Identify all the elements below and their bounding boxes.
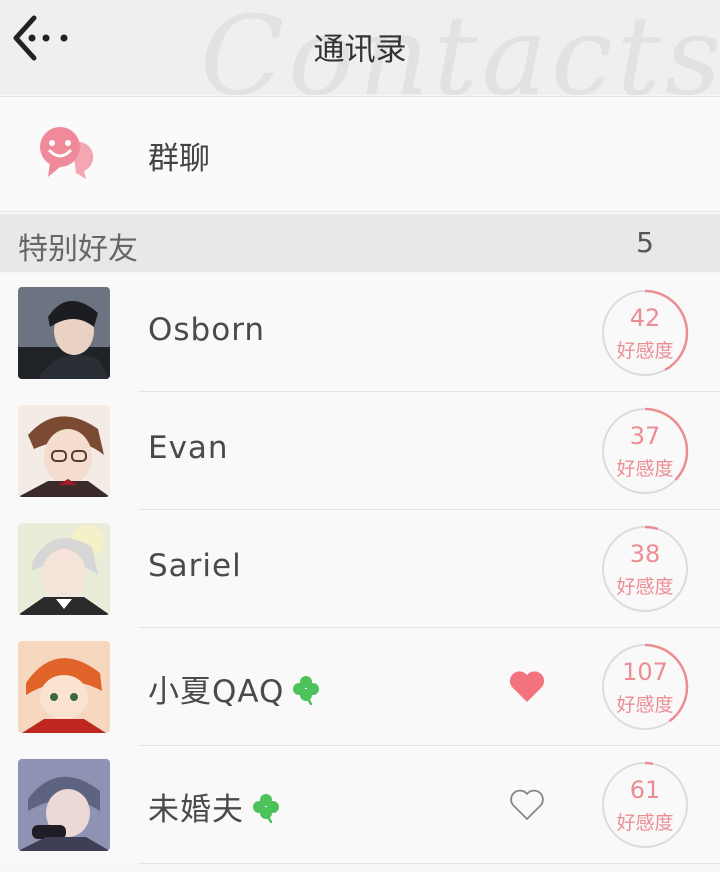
favorability-ring: 61 好感度	[600, 760, 690, 850]
favorability-value: 107	[622, 658, 668, 686]
favorability-label: 好感度	[616, 458, 674, 480]
avatar	[18, 759, 110, 851]
favorability-ring: 38 好感度	[600, 524, 690, 614]
section-label: 特别好友	[18, 232, 138, 267]
favorability-value: 61	[629, 776, 661, 804]
avatar	[18, 287, 110, 379]
contact-name: Evan	[148, 430, 229, 466]
favorability-label: 好感度	[616, 340, 674, 362]
favorability-label: 好感度	[616, 694, 674, 716]
heart-filled-icon[interactable]	[508, 668, 546, 704]
contact-row[interactable]: 未婚夫 61 好感度	[0, 746, 720, 864]
group-chat-label: 群聊	[148, 141, 210, 177]
favorability-value: 37	[629, 422, 661, 450]
favorability-ring: 107 好感度	[600, 642, 690, 732]
contact-name: 小夏QAQ	[148, 666, 322, 711]
group-chat-icon	[40, 127, 94, 179]
contact-list: Osborn 42 好感度 Evan 37 好感度 Sariel 38 好感度 …	[0, 274, 720, 864]
special-friends-section: 特别好友 5	[0, 214, 720, 272]
header-bar: Contacts 通讯录	[0, 0, 720, 95]
favorability-label: 好感度	[616, 576, 674, 598]
avatar	[18, 523, 110, 615]
group-chat-row[interactable]: 群聊	[0, 96, 720, 212]
favorability-ring: 42 好感度	[600, 288, 690, 378]
avatar	[18, 405, 110, 497]
contact-name: Sariel	[148, 548, 242, 584]
clover-badge-icon	[253, 793, 279, 823]
contact-name: 未婚夫	[148, 784, 282, 829]
contact-name: Osborn	[148, 312, 266, 348]
favorability-value: 38	[629, 540, 661, 568]
heart-outline-icon[interactable]	[508, 786, 546, 822]
section-count: 5	[636, 226, 654, 259]
favorability-label: 好感度	[616, 812, 674, 834]
favorability-value: 42	[629, 304, 661, 332]
contact-row[interactable]: Osborn 42 好感度	[0, 274, 720, 392]
contact-row[interactable]: Sariel 38 好感度	[0, 510, 720, 628]
avatar	[18, 641, 110, 733]
clover-badge-icon	[293, 675, 320, 705]
page-title: 通讯录	[313, 32, 407, 68]
favorability-ring: 37 好感度	[600, 406, 690, 496]
contact-row[interactable]: Evan 37 好感度	[0, 392, 720, 510]
contact-row[interactable]: 小夏QAQ 107 好感度	[0, 628, 720, 746]
